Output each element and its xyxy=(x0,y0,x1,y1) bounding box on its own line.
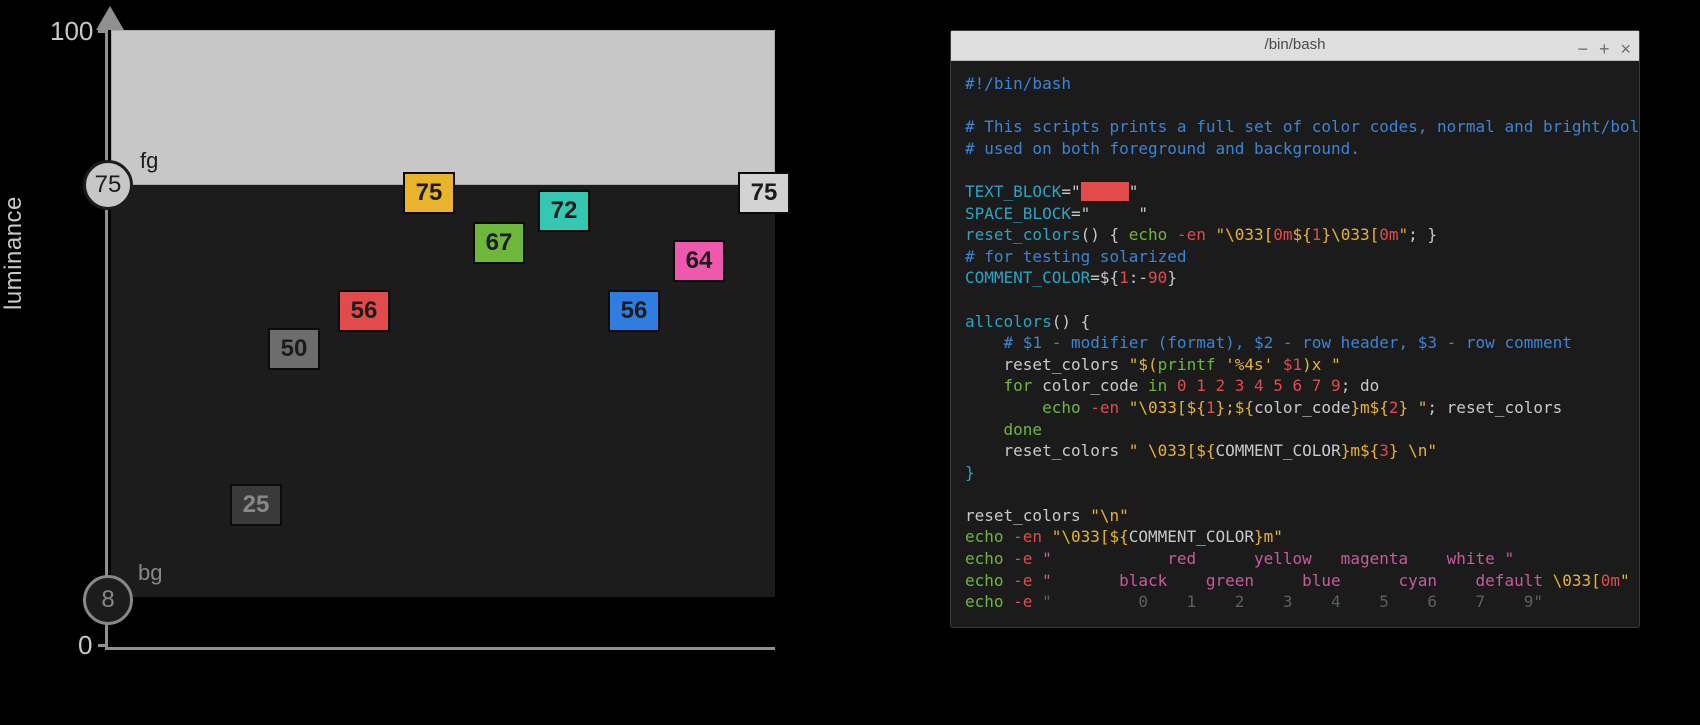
terminal-title: /bin/bash xyxy=(1265,35,1326,55)
y-axis-label: luminance xyxy=(0,196,28,310)
code-var: COMMENT_COLOR xyxy=(965,268,1090,287)
window-buttons: − + × xyxy=(1577,37,1631,61)
y-tick-label-0: 0 xyxy=(78,630,92,661)
fg-value: 75 xyxy=(95,171,122,199)
terminal-titlebar[interactable]: /bin/bash − + × xyxy=(951,31,1639,61)
code-var: TEXT_BLOCK xyxy=(965,182,1061,201)
code-comment: # for testing solarized xyxy=(965,247,1187,266)
y-tick-0 xyxy=(98,644,108,647)
swatch-grey: 50 xyxy=(268,328,320,370)
terminal-body[interactable]: #!/bin/bash # This scripts prints a full… xyxy=(951,61,1639,627)
swatch-green: 67 xyxy=(473,222,525,264)
fg-band xyxy=(111,30,775,185)
fg-label: fg xyxy=(138,148,160,174)
code-shebang: #!/bin/bash xyxy=(965,74,1071,93)
code-fn: reset_colors xyxy=(965,225,1081,244)
bg-label: bg xyxy=(138,560,162,586)
close-button[interactable]: × xyxy=(1620,37,1631,61)
y-axis-arrow-icon xyxy=(96,6,124,30)
terminal-window: /bin/bash − + × #!/bin/bash # This scrip… xyxy=(950,30,1640,628)
code-var: SPACE_BLOCK xyxy=(965,204,1071,223)
y-tick-label-100: 100 xyxy=(50,16,93,47)
code-comment: # $1 - modifier (format), $2 - row heade… xyxy=(965,333,1572,352)
swatch-blue: 56 xyxy=(608,290,660,332)
swatch-yellow: 75 xyxy=(403,172,455,214)
y-tick-100 xyxy=(98,30,108,33)
swatch-white: 75 xyxy=(738,172,790,214)
minimize-button[interactable]: − xyxy=(1577,37,1588,61)
code-redblock: ▮▮▮▮▮ xyxy=(1081,182,1129,201)
swatch-cyan: 72 xyxy=(538,190,590,232)
swatch-red: 56 xyxy=(338,290,390,332)
code-fn: allcolors xyxy=(965,312,1052,331)
code-comment: # This scripts prints a full set of colo… xyxy=(965,117,1639,136)
bg-value: 8 xyxy=(101,586,114,614)
swatch-dark-grey: 25 xyxy=(230,484,282,526)
code-comment: # used on both foreground and background… xyxy=(965,139,1360,158)
maximize-button[interactable]: + xyxy=(1599,37,1610,61)
luminance-chart: luminance 100 0 fg bg 75 8 25 50 56 75 6… xyxy=(105,0,790,650)
fg-circle: 75 xyxy=(83,160,133,210)
bg-circle: 8 xyxy=(83,575,133,625)
plot-area: 100 0 fg bg 75 8 25 50 56 75 67 72 56 64… xyxy=(105,30,775,650)
swatch-magenta: 64 xyxy=(673,240,725,282)
